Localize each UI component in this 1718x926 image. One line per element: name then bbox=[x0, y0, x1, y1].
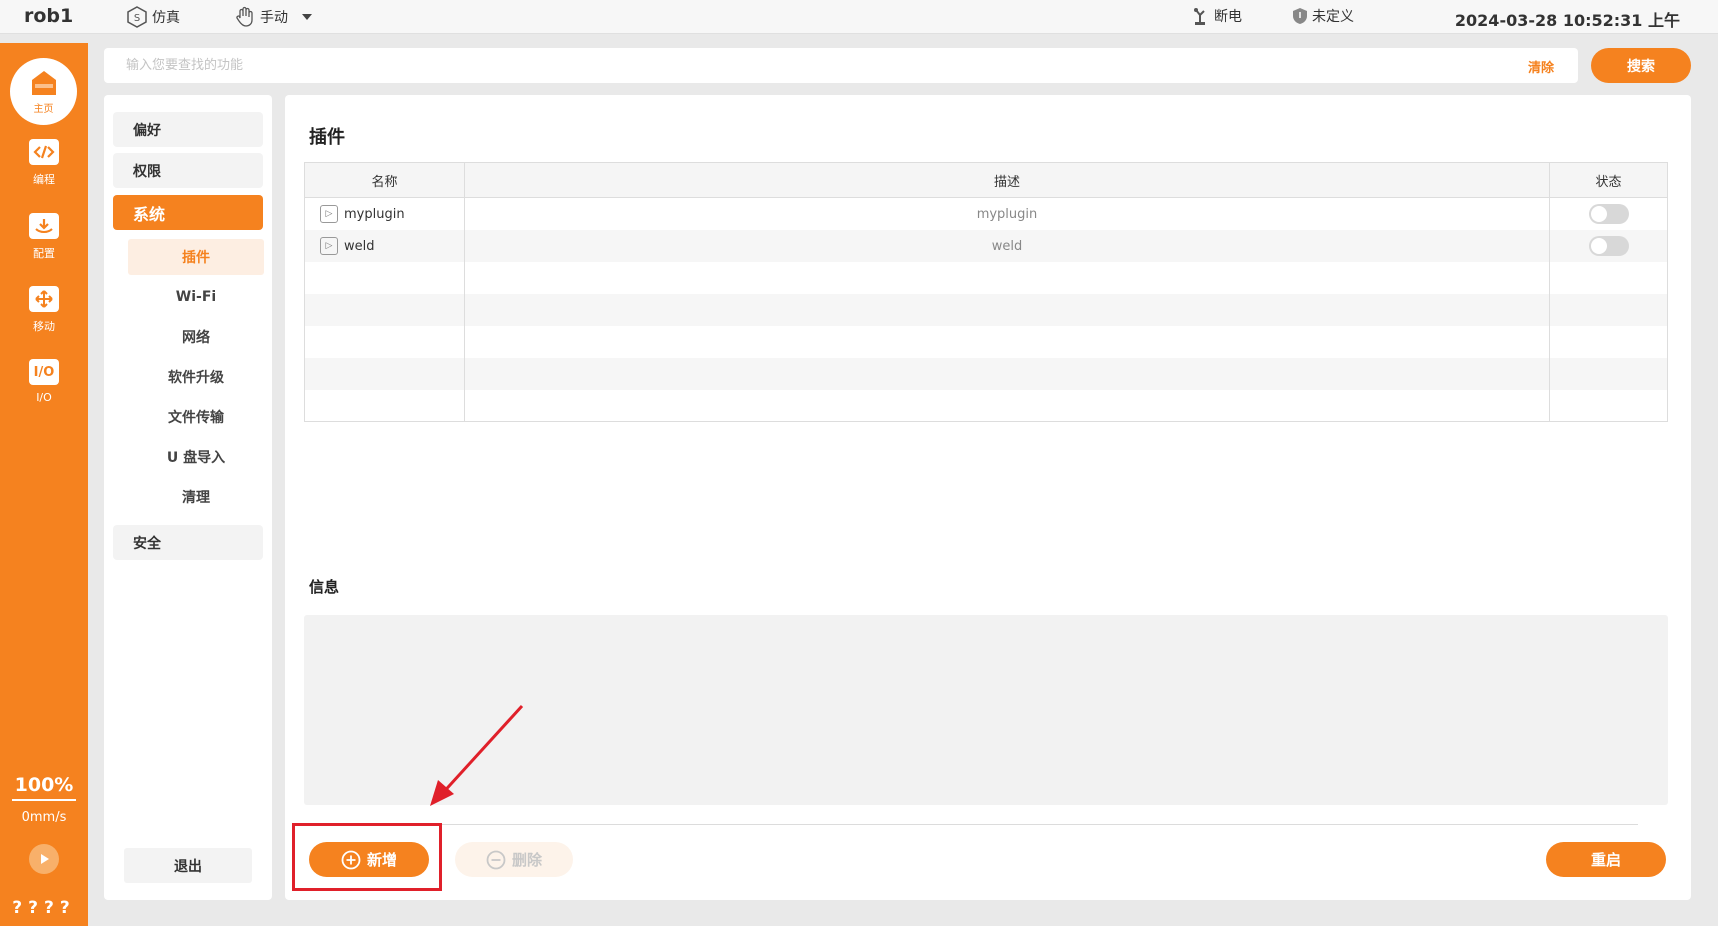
clear-button[interactable]: 清除 bbox=[1528, 57, 1554, 76]
info-title: 信息 bbox=[309, 578, 340, 596]
menu-sub-usb-import[interactable]: U 盘导入 bbox=[128, 439, 264, 475]
table-row[interactable]: ▷ myplugin myplugin bbox=[305, 198, 1667, 230]
hand-icon bbox=[236, 6, 253, 27]
io-icon: I/O bbox=[29, 359, 59, 385]
delete-label: 删除 bbox=[511, 851, 542, 869]
empty-row bbox=[305, 326, 1667, 358]
home-button[interactable]: 主页 bbox=[10, 58, 77, 125]
svg-text:S: S bbox=[134, 13, 140, 24]
speed-mms: 0mm/s bbox=[21, 810, 67, 825]
menu-sub-file-transfer[interactable]: 文件传输 bbox=[128, 399, 264, 435]
search-box: 清除 bbox=[104, 48, 1578, 83]
menu-system[interactable]: 系统 bbox=[113, 195, 263, 230]
chevron-down-icon bbox=[302, 14, 312, 20]
plugin-title: 插件 bbox=[309, 127, 345, 148]
home-icon bbox=[31, 71, 56, 95]
row-status-cell bbox=[1550, 230, 1667, 262]
mode-selector[interactable]: 手动 bbox=[234, 6, 314, 28]
minus-circle-icon bbox=[486, 850, 506, 869]
row-name-cell: ▷ weld bbox=[305, 230, 465, 262]
logout-button[interactable]: 退出 bbox=[124, 848, 252, 883]
play-icon bbox=[41, 854, 49, 864]
annotation-arrow-icon bbox=[430, 704, 524, 806]
left-rail: 主页 编程 配置 移动 I/O I/O 100% 0mm/s ???? bbox=[0, 43, 88, 926]
plugin-desc: myplugin bbox=[465, 198, 1550, 230]
status-marks: ???? bbox=[12, 898, 76, 918]
datetime: 2024-03-28 10:52:31 上午 bbox=[1454, 11, 1680, 30]
table-row[interactable]: ▷ weld weld bbox=[305, 230, 1667, 262]
plugin-toggle[interactable] bbox=[1588, 236, 1629, 256]
search-button[interactable]: 搜索 bbox=[1591, 48, 1691, 83]
search-input[interactable] bbox=[126, 48, 1426, 83]
mode-label: 手动 bbox=[260, 10, 288, 26]
empty-row bbox=[305, 390, 1667, 421]
menu-safety[interactable]: 安全 bbox=[113, 525, 263, 560]
safety-status: 未定义 bbox=[1292, 6, 1354, 26]
power-label: 断电 bbox=[1214, 9, 1242, 25]
settings-menu: 偏好 权限 系统 插件 Wi-Fi 网络 软件升级 文件传输 U 盘导入 清理 … bbox=[104, 95, 272, 900]
column-header-status[interactable]: 状态 bbox=[1550, 163, 1667, 198]
menu-sub-plugin[interactable]: 插件 bbox=[128, 239, 264, 275]
download-icon bbox=[29, 213, 59, 239]
table-header: 名称 描述 状态 bbox=[305, 163, 1667, 198]
menu-sub-software-upgrade[interactable]: 软件升级 bbox=[128, 359, 264, 395]
empty-row bbox=[305, 294, 1667, 326]
divider bbox=[304, 824, 1638, 825]
plugin-name: myplugin bbox=[344, 206, 405, 222]
restart-button[interactable]: 重启 bbox=[1546, 842, 1666, 877]
row-status-cell bbox=[1550, 198, 1667, 230]
play-button[interactable] bbox=[29, 844, 59, 874]
column-header-desc[interactable]: 描述 bbox=[465, 163, 1550, 198]
plugin-icon: ▷ bbox=[320, 205, 338, 223]
plugin-name: weld bbox=[344, 238, 375, 254]
simulation-label: 仿真 bbox=[152, 10, 180, 26]
delete-button[interactable]: 删除 bbox=[455, 842, 573, 877]
empty-row bbox=[305, 358, 1667, 390]
robot-name: rob1 bbox=[24, 5, 74, 27]
program-label: 编程 bbox=[33, 173, 55, 186]
menu-sub-wifi[interactable]: Wi-Fi bbox=[128, 279, 264, 315]
top-bar: rob1 S 仿真 手动 断电 未定义 2024-03-28 10:52:31 … bbox=[0, 0, 1718, 34]
speed-underline bbox=[12, 799, 76, 801]
home-label: 主页 bbox=[33, 104, 54, 115]
simulation-icon: S bbox=[127, 6, 147, 28]
menu-preference[interactable]: 偏好 bbox=[113, 112, 263, 147]
empty-row bbox=[305, 262, 1667, 294]
move-arrows-icon bbox=[29, 286, 59, 312]
rail-item-move[interactable]: 移动 bbox=[0, 286, 88, 334]
rail-item-config[interactable]: 配置 bbox=[0, 213, 88, 261]
rail-item-program[interactable]: 编程 bbox=[0, 139, 88, 187]
config-label: 配置 bbox=[33, 247, 55, 260]
speed-percent[interactable]: 100% bbox=[0, 774, 88, 796]
plugin-icon: ▷ bbox=[320, 237, 338, 255]
robot-arm-icon bbox=[1194, 8, 1205, 25]
column-header-name[interactable]: 名称 bbox=[305, 163, 465, 198]
power-status: 断电 bbox=[1192, 6, 1242, 26]
menu-sub-cleanup[interactable]: 清理 bbox=[128, 479, 264, 515]
plugin-table: 名称 描述 状态 ▷ myplugin myplugin ▷ weld weld bbox=[304, 162, 1668, 422]
menu-permission[interactable]: 权限 bbox=[113, 153, 263, 188]
simulation-indicator[interactable]: S 仿真 bbox=[126, 6, 180, 28]
plugin-toggle[interactable] bbox=[1588, 204, 1629, 224]
move-label: 移动 bbox=[33, 320, 55, 333]
plugin-desc: weld bbox=[465, 230, 1550, 262]
row-name-cell: ▷ myplugin bbox=[305, 198, 465, 230]
safety-label: 未定义 bbox=[1312, 9, 1354, 25]
io-icon-text: I/O bbox=[33, 364, 55, 380]
menu-sub-network[interactable]: 网络 bbox=[128, 319, 264, 355]
rail-item-io[interactable]: I/O I/O bbox=[0, 359, 88, 404]
annotation-highlight-box bbox=[292, 823, 442, 891]
shield-icon bbox=[1293, 8, 1307, 24]
code-icon bbox=[29, 139, 59, 165]
io-label: I/O bbox=[36, 391, 52, 404]
